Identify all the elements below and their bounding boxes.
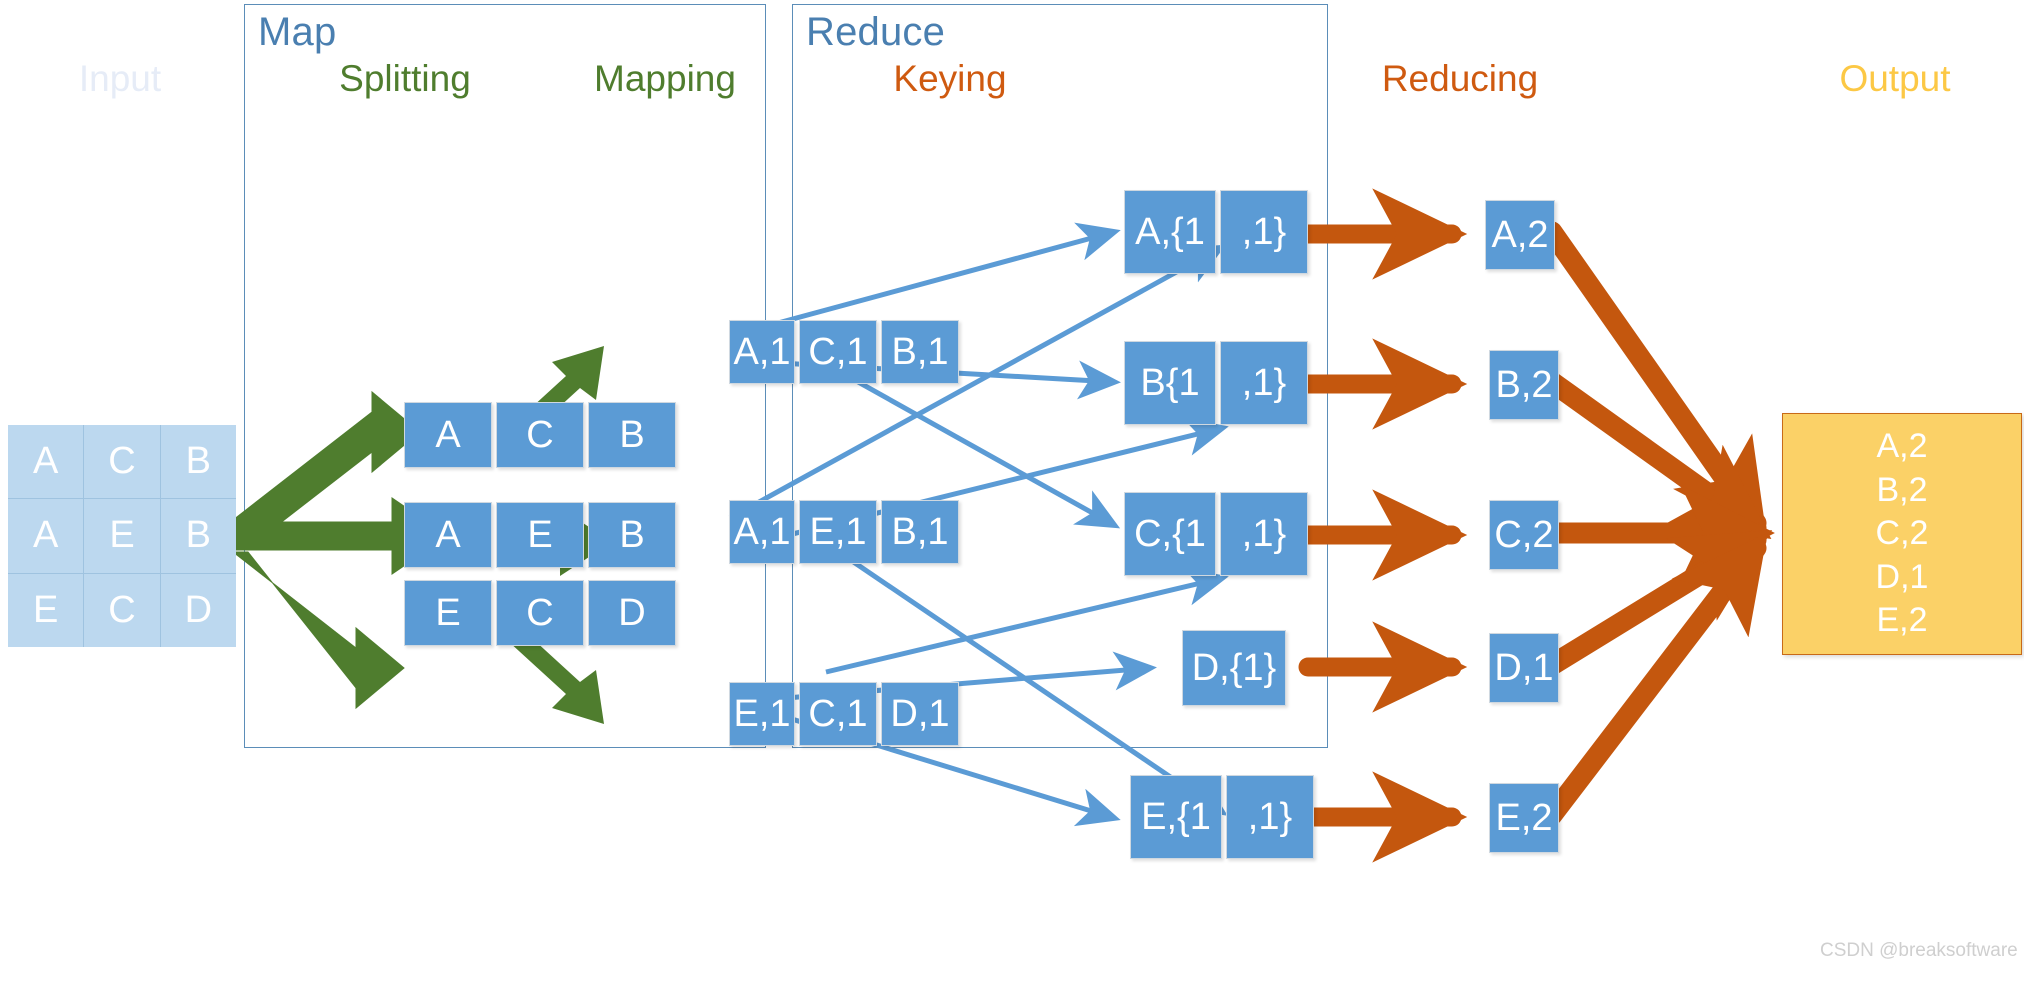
input-cell: C xyxy=(84,425,160,499)
reduce-box: B,2 xyxy=(1489,350,1559,420)
split-cell: C xyxy=(496,580,584,646)
map-cell: E,1 xyxy=(729,682,795,746)
map-cell: C,1 xyxy=(799,682,877,746)
key-cell: ,1} xyxy=(1220,190,1308,274)
reduce-box: C,2 xyxy=(1489,500,1559,570)
key-row: D,{1} xyxy=(1182,630,1286,706)
map-cell: B,1 xyxy=(881,500,959,564)
key-row: E,{1 ,1} xyxy=(1130,775,1314,859)
mapreduce-diagram: Map Reduce Input Splitting Mapping Keyin… xyxy=(0,0,2024,981)
map-cell: A,1 xyxy=(729,320,795,384)
input-cell: B xyxy=(160,499,236,573)
column-header-output: Output xyxy=(1839,58,1951,99)
input-cell: E xyxy=(8,573,84,647)
input-cell: B xyxy=(160,425,236,499)
output-line: A,2 xyxy=(1876,427,1928,466)
split-cell: A xyxy=(404,402,492,468)
key-cell: B{1 xyxy=(1124,341,1216,425)
map-cell: E,1 xyxy=(799,500,877,564)
panel-map-title: Map xyxy=(258,10,337,54)
column-header-mapping: Mapping xyxy=(594,58,736,99)
column-header-reducing: Reducing xyxy=(1381,58,1539,99)
map-row: A,1 E,1 B,1 xyxy=(729,500,959,564)
map-cell: B,1 xyxy=(881,320,959,384)
key-cell: ,1} xyxy=(1220,341,1308,425)
key-cell: ,1} xyxy=(1226,775,1314,859)
key-row: A,{1 ,1} xyxy=(1124,190,1308,274)
input-cell: D xyxy=(160,573,236,647)
split-row: A C B xyxy=(404,402,676,468)
output-line: D,1 xyxy=(1875,557,1929,596)
input-cell: E xyxy=(84,499,160,573)
column-header-keying: Keying xyxy=(893,58,1007,99)
watermark: CSDN @breaksoftware xyxy=(1820,940,2018,961)
split-cell: C xyxy=(496,402,584,468)
input-cell: C xyxy=(84,573,160,647)
panel-reduce-title: Reduce xyxy=(806,10,946,54)
reduce-box: E,2 xyxy=(1489,783,1559,853)
split-row: E C D xyxy=(404,580,676,646)
key-cell: C,{1 xyxy=(1124,492,1216,576)
map-row: E,1 C,1 D,1 xyxy=(729,682,959,746)
output-line: C,2 xyxy=(1875,514,1929,553)
split-cell: D xyxy=(588,580,676,646)
column-header-input: Input xyxy=(78,58,162,99)
split-cell: B xyxy=(588,502,676,568)
reduce-box: D,1 xyxy=(1489,633,1559,703)
output-line: B,2 xyxy=(1876,470,1928,509)
map-row: A,1 C,1 B,1 xyxy=(729,320,959,384)
input-cell: A xyxy=(8,425,84,499)
map-cell: D,1 xyxy=(881,682,959,746)
key-cell: A,{1 xyxy=(1124,190,1216,274)
map-cell: A,1 xyxy=(729,500,795,564)
reduce-box: A,2 xyxy=(1485,200,1555,270)
split-row: A E B xyxy=(404,502,676,568)
column-header-splitting: Splitting xyxy=(339,58,471,99)
split-cell: A xyxy=(404,502,492,568)
split-cell: B xyxy=(588,402,676,468)
split-cell: E xyxy=(404,580,492,646)
key-cell: D,{1} xyxy=(1182,630,1286,706)
map-cell: C,1 xyxy=(799,320,877,384)
key-row: B{1 ,1} xyxy=(1124,341,1308,425)
split-cell: E xyxy=(496,502,584,568)
input-cell: A xyxy=(8,499,84,573)
output-line: E,2 xyxy=(1876,601,1928,640)
key-cell: ,1} xyxy=(1220,492,1308,576)
input-grid: A C B A E B E C D xyxy=(8,425,236,647)
key-cell: E,{1 xyxy=(1130,775,1222,859)
key-row: C,{1 ,1} xyxy=(1124,492,1308,576)
output-box: A,2 B,2 C,2 D,1 E,2 xyxy=(1782,413,2022,655)
